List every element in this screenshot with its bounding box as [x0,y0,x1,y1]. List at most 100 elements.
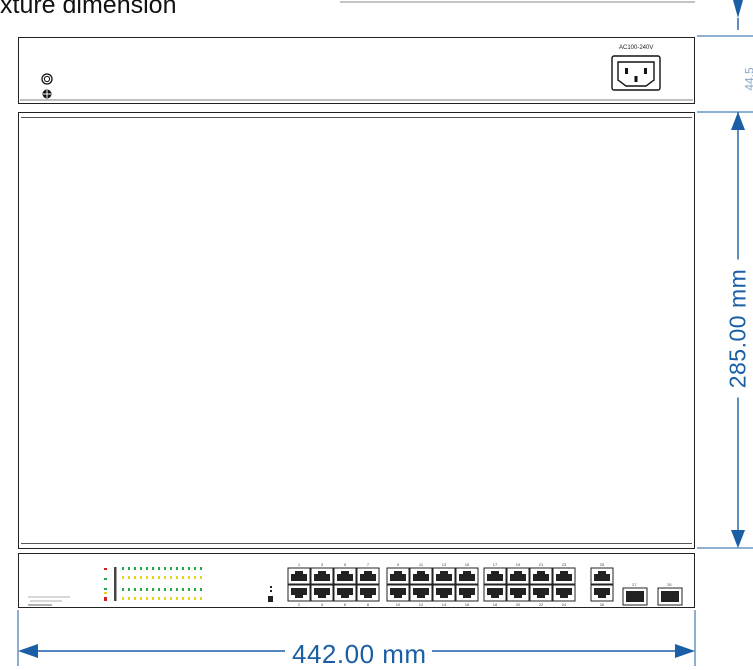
port-led [164,597,166,600]
port-led [152,576,154,579]
port-led [134,576,136,579]
port-number: 10 [396,602,401,607]
port-led [188,567,190,570]
ground-terminal-icon [41,73,53,99]
port-number: 19 [516,562,521,567]
port-led [146,576,148,579]
port-led [182,588,184,591]
port-led [200,567,202,570]
port-led [134,588,136,591]
port-number: 21 [539,562,544,567]
dimension-drawing: 1234567891011121314151617181920212223242… [17,0,753,666]
port-led [200,576,202,579]
port-led [170,576,172,579]
width-arrow-left [18,644,38,658]
port-number: 12 [419,602,424,607]
port-number: 9 [397,562,400,567]
port-led [140,597,142,600]
port-number: 8 [367,602,370,607]
port-led [134,567,136,570]
console-port-icon [268,586,273,602]
port-led [170,597,172,600]
port-number: 5 [344,562,347,567]
port-number: 26 [600,602,605,607]
port-number: 15 [465,562,470,567]
port-number: 7 [367,562,370,567]
port-led [200,597,202,600]
port-led [164,567,166,570]
width-dimension-label: 442.00 mm [288,639,431,670]
sfp-port-28 [657,587,683,606]
port-led [194,588,196,591]
port-number: 25 [600,562,605,567]
sfp-number-27: 27 [632,582,637,587]
port-number: 20 [516,602,521,607]
port-led [128,567,130,570]
height-dimension-label: 285.00 mm [724,259,752,398]
port-led [140,576,142,579]
port-led [194,567,196,570]
port-led [176,576,178,579]
port-led [170,567,172,570]
port-led [182,576,184,579]
port-led [152,588,154,591]
port-led [146,588,148,591]
port-led [200,588,202,591]
port-led [146,567,148,570]
port-led [164,576,166,579]
port-number: 14 [442,602,447,607]
port-number: 24 [562,602,567,607]
port-number: 11 [419,562,424,567]
power-socket-icon [611,55,661,91]
port-number: 6 [344,602,347,607]
port-led [170,588,172,591]
port-led [158,588,160,591]
sfp-port-27 [622,587,648,606]
port-led [164,588,166,591]
port-number: 2 [298,602,301,607]
port-led [182,597,184,600]
port-led [176,567,178,570]
port-led [122,597,124,600]
port-led [152,597,154,600]
port-led [188,588,190,591]
port-led [158,576,160,579]
port-number: 13 [442,562,447,567]
port-number: 23 [562,562,567,567]
front-panel-details [28,567,117,606]
port-number: 17 [493,562,498,567]
port-led [146,597,148,600]
port-led [188,597,190,600]
port-led [176,597,178,600]
port-led [194,576,196,579]
port-led-grid [122,567,202,600]
port-led [140,588,142,591]
port-number: 4 [321,602,324,607]
port-led [122,576,124,579]
port-led [122,567,124,570]
port-led [152,567,154,570]
port-led [122,588,124,591]
port-led [158,567,160,570]
port-led [128,576,130,579]
port-led [128,597,130,600]
depth-arrow-top [733,0,743,18]
width-arrow-right [675,644,695,658]
depth-dimension-label: 44.5 [742,67,753,91]
height-arrow-down [731,530,745,548]
port-number: 18 [493,602,498,607]
port-number: 22 [539,602,544,607]
port-number: 16 [465,602,470,607]
port-led [140,567,142,570]
port-led [158,597,160,600]
port-led [194,597,196,600]
port-led [176,588,178,591]
port-led [188,576,190,579]
port-number: 1 [298,562,301,567]
rj45-port-block [287,567,614,602]
port-led [134,597,136,600]
port-led [182,567,184,570]
sfp-number-28: 28 [667,582,672,587]
port-led [128,588,130,591]
port-number: 3 [321,562,324,567]
